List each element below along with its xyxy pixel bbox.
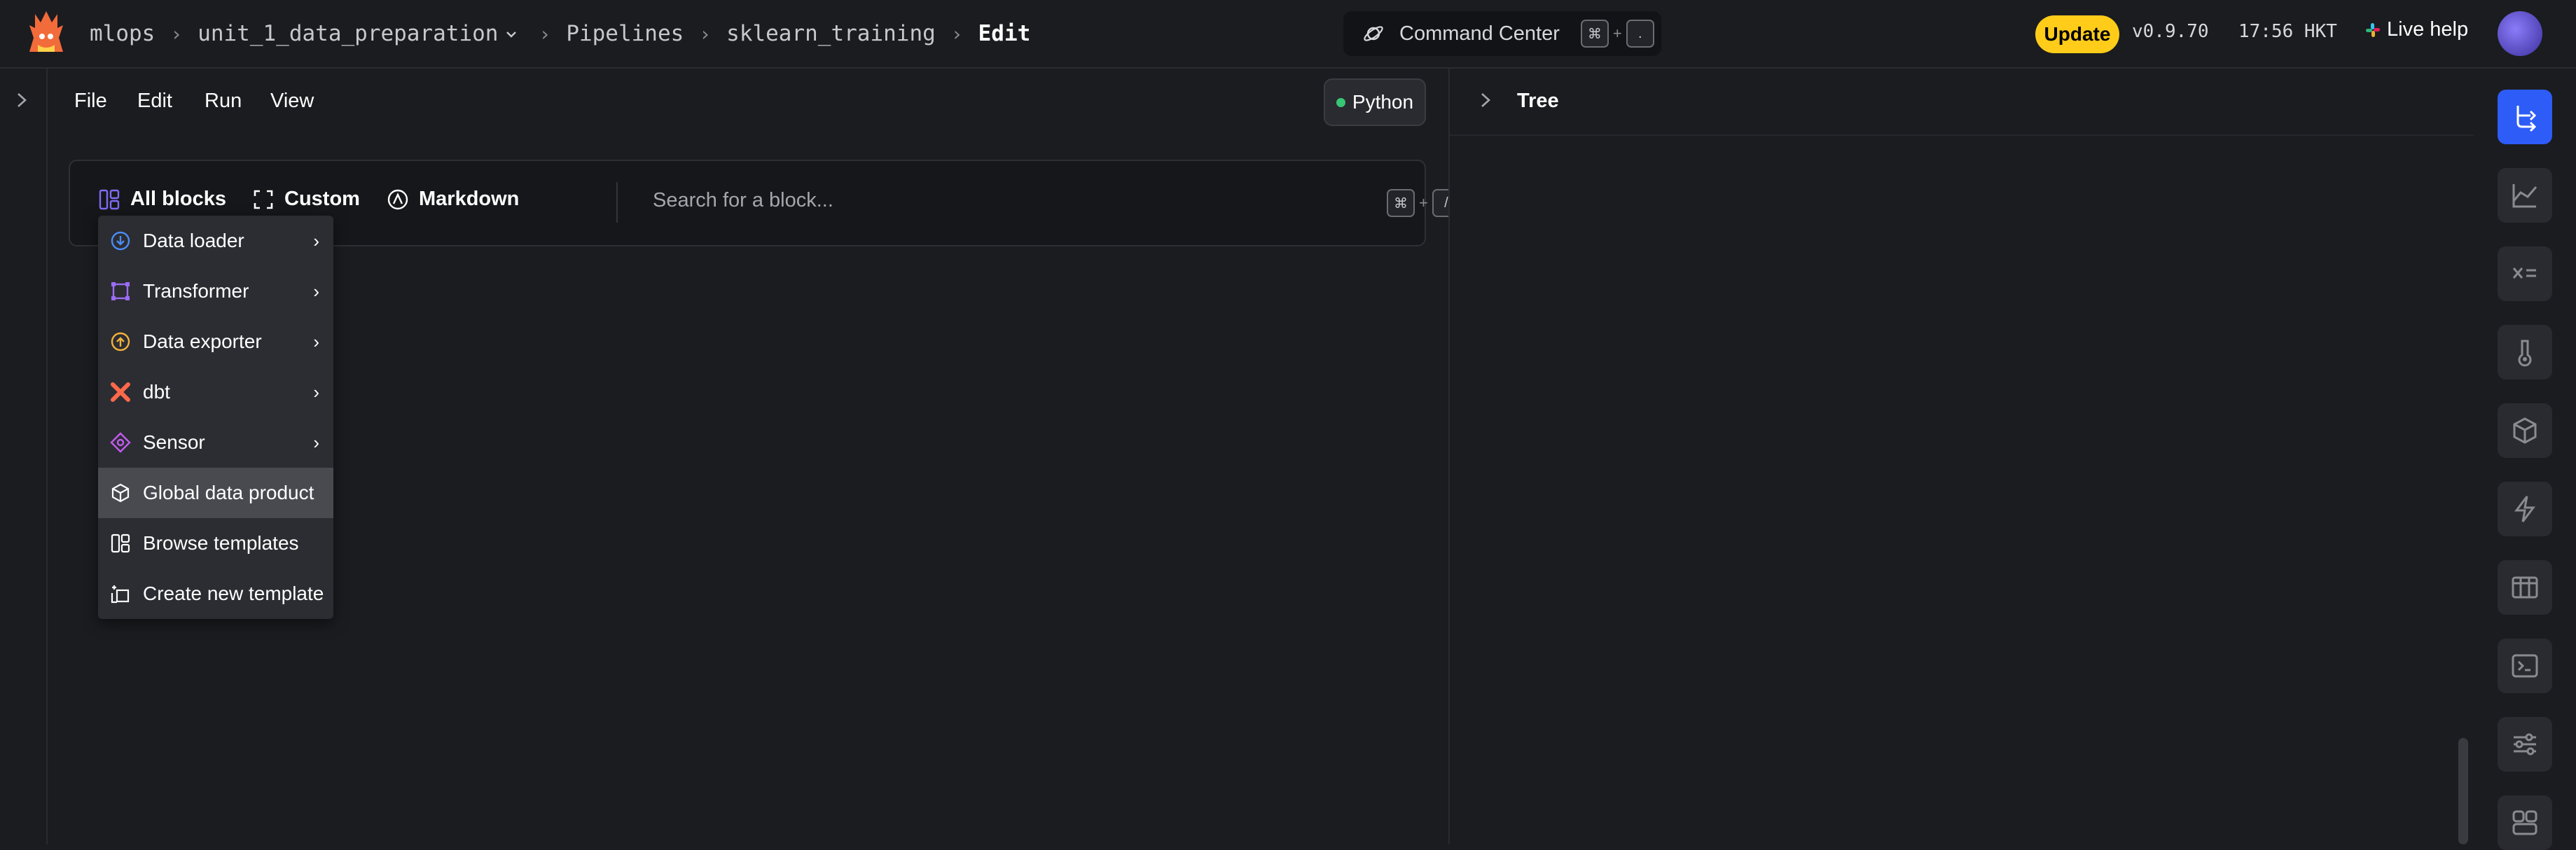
planet-icon: [1362, 22, 1385, 46]
thermometer-icon: [2518, 340, 2532, 367]
all-blocks-button[interactable]: All blocks: [98, 188, 226, 211]
markdown-icon: [387, 189, 408, 209]
avatar[interactable]: [2498, 11, 2542, 56]
scrollbar[interactable]: [2458, 738, 2468, 844]
breadcrumb-workspace[interactable]: unit_1_data_preparation: [198, 21, 498, 46]
breadcrumb: mlops › unit_1_data_preparation › Pipeli…: [90, 0, 1030, 67]
menu-run[interactable]: Run: [205, 90, 242, 113]
menu-view[interactable]: View: [270, 90, 314, 113]
chevron-right-icon: ›: [313, 330, 319, 352]
menu-file[interactable]: File: [74, 90, 107, 113]
data-table-button[interactable]: [2498, 560, 2552, 615]
blocks-icon: [2512, 810, 2537, 835]
settings-button[interactable]: [2498, 717, 2552, 772]
variables-icon: [2512, 267, 2536, 279]
chart-icon: [2512, 184, 2537, 208]
cube-icon: [108, 480, 133, 506]
chevron-right-icon: ›: [170, 22, 183, 46]
transform-square-icon: [108, 279, 133, 304]
command-center-label: Command Center: [1399, 22, 1560, 45]
settings-sliders-icon: [2514, 733, 2536, 755]
blocks-icon: [99, 189, 120, 209]
menu-edit[interactable]: Edit: [137, 90, 172, 113]
chevron-right-icon: ›: [313, 381, 319, 403]
download-circle-icon: [108, 228, 133, 253]
cube-icon: [2513, 417, 2537, 444]
slack-icon: [2364, 22, 2381, 39]
breadcrumb-pipelines[interactable]: Pipelines: [566, 21, 684, 46]
upload-circle-icon: [108, 329, 133, 354]
markdown-block-button[interactable]: Markdown: [387, 188, 519, 211]
menu-item-global-data-product[interactable]: Global data product: [98, 468, 333, 518]
lightning-icon: [2514, 496, 2535, 522]
sensor-icon: [108, 430, 133, 455]
terminal-icon: [2512, 654, 2538, 678]
blocks-button[interactable]: [2498, 795, 2552, 850]
left-collapse-strip: [0, 69, 48, 844]
top-bar: mlops › unit_1_data_preparation › Pipeli…: [0, 0, 2576, 69]
chevron-right-icon: ›: [539, 22, 551, 46]
mage-logo-icon[interactable]: [27, 10, 66, 56]
custom-block-button[interactable]: Custom: [252, 188, 360, 211]
right-panel-header: Tree: [1450, 69, 2474, 136]
markdown-label: Markdown: [419, 188, 520, 210]
block-search-input[interactable]: Search for a block...: [653, 189, 833, 212]
custom-label: Custom: [284, 188, 360, 210]
breadcrumb-current: Edit: [978, 21, 1031, 46]
templates-icon: [108, 531, 133, 556]
command-center-shortcut: ⌘ + .: [1580, 20, 1654, 48]
monitoring-button[interactable]: [2498, 325, 2552, 379]
expand-panel-chevron-icon[interactable]: [1478, 90, 1493, 114]
dbt-icon: [108, 379, 133, 405]
breadcrumb-project[interactable]: mlops: [90, 21, 155, 46]
variables-button[interactable]: [2498, 246, 2552, 301]
chevron-right-icon: ›: [699, 22, 712, 46]
menu-item-sensor[interactable]: Sensor ›: [98, 417, 333, 468]
live-help-label: Live help: [2387, 18, 2469, 41]
menu-bar: File Edit Run View: [48, 69, 1447, 134]
version-label: v0.9.70: [2132, 21, 2209, 42]
chevron-right-icon: ›: [313, 230, 319, 251]
tree-icon: [2516, 106, 2537, 132]
menu-item-data-loader[interactable]: Data loader ›: [98, 216, 333, 266]
kernel-status-button[interactable]: Python: [1324, 78, 1426, 126]
menu-item-transformer[interactable]: Transformer ›: [98, 266, 333, 316]
menu-item-data-exporter[interactable]: Data exporter ›: [98, 316, 333, 367]
right-panel: Tree: [1448, 69, 2474, 844]
tree-view-button[interactable]: [2498, 90, 2552, 144]
menu-item-create-new-template[interactable]: Create new template: [98, 569, 333, 619]
update-button[interactable]: Update: [2035, 15, 2119, 53]
terminal-button[interactable]: [2498, 639, 2552, 693]
kernel-status-dot: [1336, 97, 1345, 107]
breadcrumb-pipeline[interactable]: sklearn_training: [726, 21, 936, 46]
divider: [616, 182, 618, 223]
triggers-button[interactable]: [2498, 482, 2552, 536]
command-center-button[interactable]: Command Center ⌘ + .: [1343, 11, 1661, 56]
charts-button[interactable]: [2498, 168, 2552, 223]
all-blocks-label: All blocks: [130, 188, 226, 210]
menu-item-browse-templates[interactable]: Browse templates: [98, 518, 333, 569]
expand-sidebar-chevron-icon[interactable]: [14, 90, 29, 114]
chevron-down-icon[interactable]: [505, 21, 518, 46]
panel-title: Tree: [1517, 90, 1559, 112]
chevron-right-icon: ›: [950, 22, 963, 46]
clock-label: 17:56 HKT: [2238, 21, 2337, 42]
table-icon: [2512, 576, 2538, 599]
chevron-right-icon: ›: [313, 431, 319, 453]
dashed-square-icon: [254, 190, 273, 209]
live-help-link[interactable]: Live help: [2364, 18, 2468, 41]
chevron-right-icon: ›: [313, 280, 319, 302]
new-template-icon: [108, 581, 133, 606]
right-sidebar: [2474, 69, 2576, 850]
block-type-menu: Data loader › Transformer › Data exporte…: [98, 216, 333, 619]
global-products-button[interactable]: [2498, 403, 2552, 458]
kernel-label: Python: [1352, 91, 1414, 113]
menu-item-dbt[interactable]: dbt ›: [98, 367, 333, 417]
